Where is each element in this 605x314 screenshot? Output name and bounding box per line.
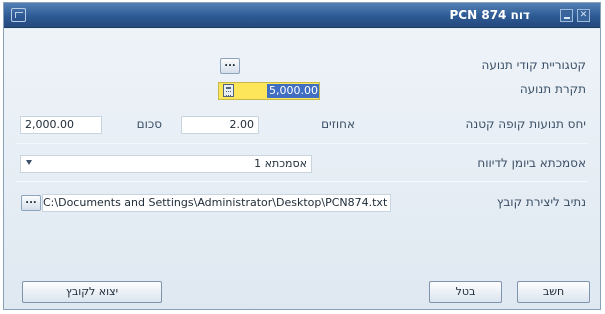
separator [16, 143, 588, 144]
calculator-icon[interactable] [223, 84, 234, 97]
movement-cap-input[interactable]: 5,000.00 [218, 82, 320, 100]
report-journal-batch-select[interactable]: אסמכתא 1 [20, 155, 312, 173]
petty-cash-ratio-label: יחס תנועות קופה קטנה [465, 117, 586, 131]
window-menu-icon[interactable] [11, 8, 26, 22]
report-journal-batch-label: אסמכתא ביומן לדיווח [477, 156, 586, 170]
amount-label: סכום [136, 117, 162, 131]
title-bar: דוח PCN 874 ✕ [4, 3, 600, 28]
file-path-label: נתיב ליצירת קובץ [496, 195, 586, 209]
form-content: קטגוריית קודי תנועה ... תקרת תנועה 5,000… [4, 29, 600, 309]
chevron-down-icon[interactable] [26, 160, 32, 165]
percent-input[interactable]: 2.00 [181, 116, 259, 134]
movement-cap-value: 5,000.00 [267, 84, 319, 98]
close-button[interactable]: ✕ [577, 9, 590, 22]
browse-file-button[interactable]: ... [21, 195, 41, 211]
calculate-button[interactable]: חשב [517, 281, 590, 303]
movement-categories-label: קטגוריית קודי תנועה [481, 58, 587, 72]
percent-label: אחוזים [321, 117, 355, 131]
file-path-input[interactable]: C:\Documents and Settings\Administrator\… [42, 194, 391, 212]
pcn874-report-window: דוח PCN 874 ✕ קטגוריית קודי תנועה ... תק… [3, 2, 601, 310]
window-title: דוח PCN 874 [449, 8, 530, 22]
minimize-button[interactable] [560, 9, 573, 22]
movement-categories-button[interactable]: ... [220, 58, 240, 74]
cancel-button[interactable]: בטל [429, 281, 502, 303]
movement-cap-label: תקרת תנועה [519, 82, 586, 96]
report-journal-batch-value: אסמכתא 1 [254, 157, 307, 170]
separator [16, 181, 588, 182]
amount-input[interactable]: 2,000.00 [20, 116, 102, 134]
export-to-file-button[interactable]: יצוא לקובץ [22, 281, 162, 303]
